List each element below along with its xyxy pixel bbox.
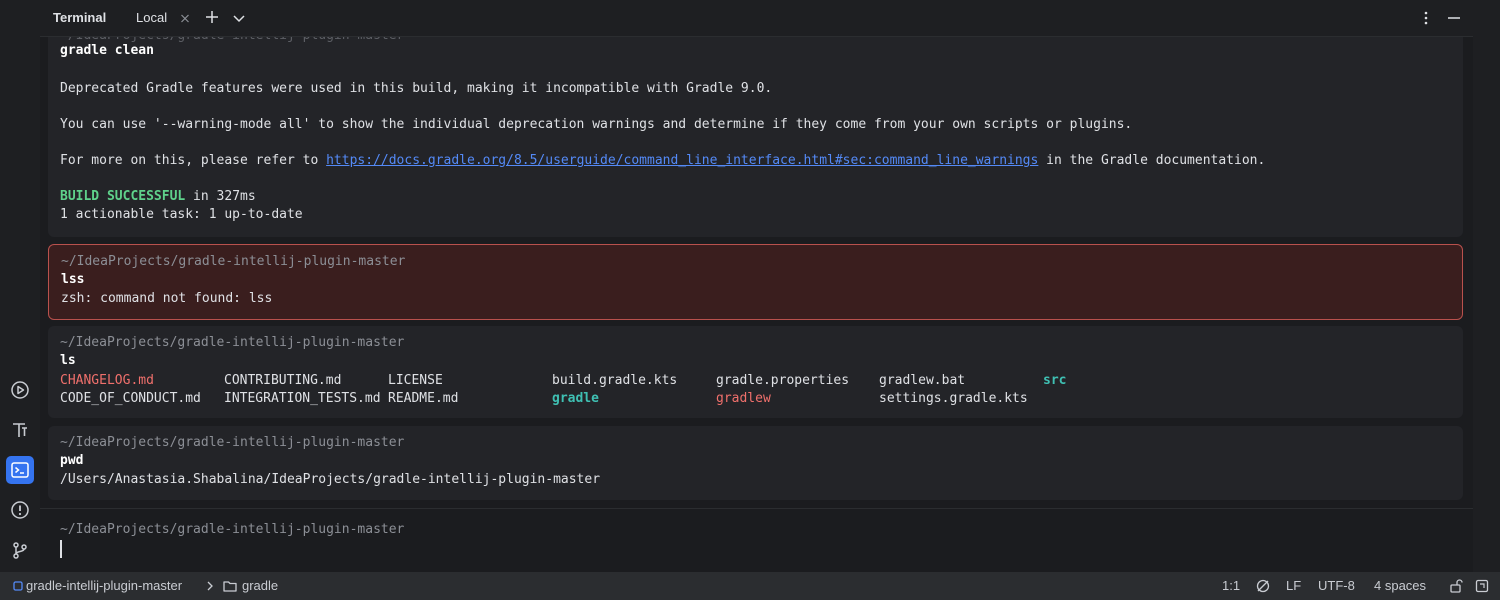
file-entry: LICENSE [388, 373, 443, 388]
block-path: ~/IdeaProjects/gradle-intellij-plugin-ma… [60, 435, 405, 450]
caret-position[interactable]: 1:1 [1222, 578, 1240, 593]
vertical-scrollbar[interactable] [1463, 37, 1473, 508]
file-entry: CONTRIBUTING.md [224, 373, 342, 388]
git-icon[interactable] [6, 536, 34, 564]
block-command: ls [60, 353, 76, 368]
file-entry: gradlew.bat [879, 373, 966, 388]
directory-entry: src [1043, 373, 1067, 388]
file-encoding[interactable]: UTF-8 [1318, 578, 1355, 593]
file-entry: gradlew [716, 391, 771, 406]
breadcrumb-project[interactable]: gradle-intellij-plugin-master [26, 578, 182, 593]
file-entry: README.md [388, 391, 459, 406]
output-text: For more on this, please refer to [60, 153, 327, 168]
output-line: BUILD SUCCESSFUL in 327ms [60, 188, 256, 206]
folder-icon [223, 581, 237, 592]
indent-setting[interactable]: 4 spaces [1374, 578, 1426, 593]
expand-icon[interactable] [1474, 578, 1490, 594]
command-block-lss[interactable]: ~/IdeaProjects/gradle-intellij-plugin-ma… [48, 244, 1463, 320]
block-command: gradle clean [60, 43, 154, 58]
terminal-tabbar: Terminal Local [40, 0, 1473, 37]
build-time: in 327ms [185, 189, 256, 204]
tool-window-title: Terminal [53, 10, 107, 25]
file-entry: CHANGELOG.md [60, 373, 154, 388]
build-status: BUILD SUCCESSFUL [60, 189, 186, 204]
chevron-right-icon [207, 581, 213, 591]
no-inspection-icon[interactable] [1255, 578, 1271, 594]
file-entry: CODE_OF_CONDUCT.md [60, 391, 201, 406]
command-block-pwd[interactable]: ~/IdeaProjects/gradle-intellij-plugin-ma… [48, 426, 1463, 500]
more-options-icon[interactable] [1417, 9, 1435, 27]
module-icon [13, 581, 23, 591]
file-entry: build.gradle.kts [552, 373, 678, 388]
terminal-output: ~/IdeaProjects/gradle-intellij-plugin-ma… [40, 37, 1473, 507]
output-line: 1 actionable task: 1 up-to-date [60, 207, 303, 222]
block-path: ~/IdeaProjects/gradle-intellij-plugin-ma… [61, 254, 406, 269]
prompt-separator [40, 508, 1473, 509]
output-line: For more on this, please refer to https:… [60, 152, 1265, 170]
output-line: zsh: command not found: lss [61, 291, 273, 306]
minimize-icon[interactable] [1445, 9, 1463, 27]
breadcrumb-folder[interactable]: gradle [242, 578, 278, 593]
line-ending[interactable]: LF [1286, 578, 1301, 593]
output-line: You can use '--warning-mode all' to show… [60, 117, 1133, 132]
file-entry: settings.gradle.kts [879, 391, 1028, 406]
terminal-icon[interactable] [6, 456, 34, 484]
tool-window-strip [0, 0, 40, 572]
prompt-path: ~/IdeaProjects/gradle-intellij-plugin-ma… [60, 522, 405, 537]
right-gutter [1473, 0, 1500, 572]
directory-entry: gradle [552, 391, 599, 406]
lock-open-icon[interactable] [1448, 578, 1464, 594]
command-block-gradle-clean[interactable]: ~/IdeaProjects/gradle-intellij-plugin-ma… [48, 37, 1463, 237]
output-line: Deprecated Gradle features were used in … [60, 81, 773, 96]
close-icon[interactable] [179, 10, 191, 26]
chevron-down-icon[interactable] [231, 10, 247, 26]
output-text: in the Gradle documentation. [1038, 153, 1266, 168]
file-entry: INTEGRATION_TESTS.md [224, 391, 381, 406]
docs-link[interactable]: https://docs.gradle.org/8.5/userguide/co… [326, 153, 1038, 168]
terminal-panel: Terminal Local ~/IdeaProjects/gradle-int… [40, 0, 1473, 572]
output-line: /Users/Anastasia.Shabalina/IdeaProjects/… [60, 472, 601, 487]
plus-icon[interactable] [203, 8, 221, 26]
command-input-caret[interactable] [60, 540, 62, 558]
run-icon[interactable] [6, 376, 34, 404]
block-command: lss [61, 272, 85, 287]
status-bar: gradle-intellij-plugin-master gradle 1:1… [0, 572, 1500, 600]
file-entry: gradle.properties [716, 373, 850, 388]
tab-local[interactable]: Local [136, 10, 167, 25]
block-command: pwd [60, 453, 84, 468]
block-path: ~/IdeaProjects/gradle-intellij-plugin-ma… [60, 335, 405, 350]
problems-icon[interactable] [6, 496, 34, 524]
text-icon[interactable] [6, 416, 34, 444]
command-block-ls[interactable]: ~/IdeaProjects/gradle-intellij-plugin-ma… [48, 326, 1463, 418]
